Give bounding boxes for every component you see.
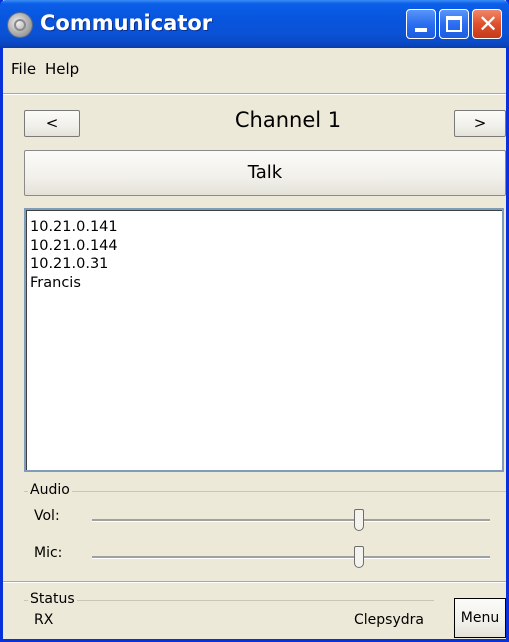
list-item[interactable]: Francis bbox=[26, 274, 502, 293]
menu-help[interactable]: Help bbox=[45, 60, 79, 78]
status-group-label: Status bbox=[28, 591, 77, 607]
communicator-window: Communicator ✕ File Help < Channel 1 > T… bbox=[0, 0, 509, 642]
mic-slider-track[interactable] bbox=[92, 556, 490, 559]
audio-group-line bbox=[24, 491, 506, 492]
channel-name: Channel 1 bbox=[234, 108, 342, 132]
minimize-icon bbox=[415, 28, 427, 32]
next-channel-button[interactable]: > bbox=[454, 110, 506, 137]
title-bar[interactable]: Communicator ✕ bbox=[0, 0, 509, 48]
mic-slider-thumb[interactable] bbox=[353, 546, 364, 568]
menu-button[interactable]: Menu bbox=[454, 598, 506, 638]
participants-list[interactable]: 10.21.0.141 10.21.0.144 10.21.0.31 Franc… bbox=[24, 208, 504, 472]
menu-separator bbox=[3, 93, 506, 95]
list-item[interactable]: 10.21.0.144 bbox=[26, 237, 502, 256]
menu-bar: File Help bbox=[3, 56, 506, 84]
menu-file[interactable]: File bbox=[11, 60, 36, 78]
list-item[interactable]: 10.21.0.31 bbox=[26, 255, 502, 274]
status-app-name: Clepsydra bbox=[354, 612, 424, 628]
maximize-button[interactable] bbox=[439, 9, 469, 39]
list-item[interactable]: 10.21.0.141 bbox=[26, 218, 502, 237]
audio-group-label: Audio bbox=[28, 482, 72, 498]
minimize-button[interactable] bbox=[406, 9, 436, 39]
close-button[interactable]: ✕ bbox=[472, 9, 502, 39]
status-group-line bbox=[24, 600, 434, 601]
app-icon[interactable] bbox=[8, 13, 32, 37]
close-icon: ✕ bbox=[477, 10, 499, 38]
mic-label: Mic: bbox=[34, 545, 63, 561]
maximize-icon bbox=[446, 16, 462, 32]
volume-slider-thumb[interactable] bbox=[353, 509, 364, 531]
talk-button[interactable]: Talk bbox=[24, 150, 506, 196]
audio-separator bbox=[3, 581, 506, 583]
volume-label: Vol: bbox=[34, 508, 60, 524]
previous-channel-button[interactable]: < bbox=[24, 110, 80, 137]
window-title: Communicator bbox=[40, 11, 213, 35]
status-value: RX bbox=[34, 612, 54, 628]
volume-slider-track[interactable] bbox=[92, 519, 490, 522]
